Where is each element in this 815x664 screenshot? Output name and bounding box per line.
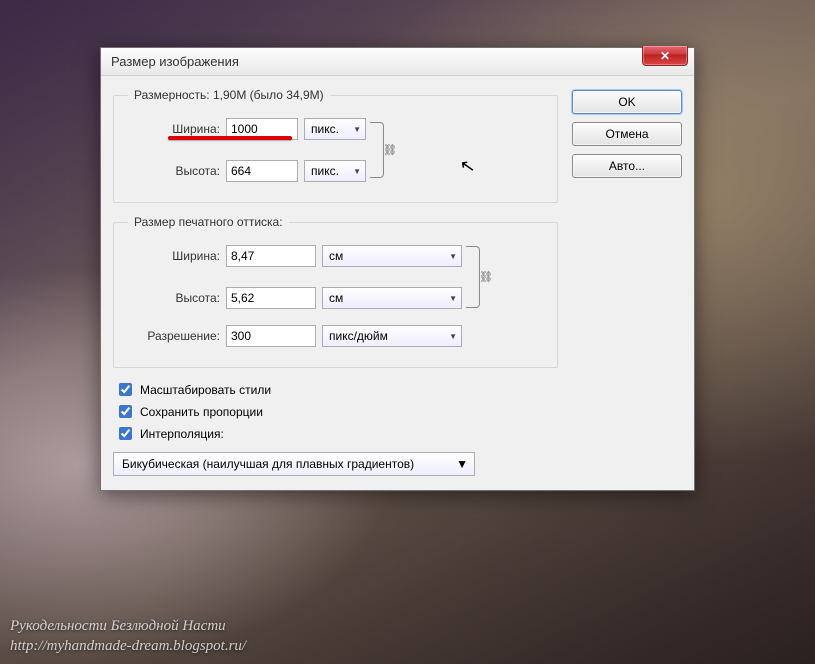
watermark-line2: http://myhandmade-dream.blogspot.ru/ — [10, 637, 246, 657]
pixel-height-unit-value: пикс. — [311, 164, 339, 178]
pixel-height-unit-combo[interactable]: пикс. ▼ — [304, 160, 366, 182]
print-width-unit-combo[interactable]: см ▼ — [322, 245, 462, 267]
scale-styles-checkbox[interactable] — [119, 383, 132, 396]
watermark: Рукодельности Безлюдной Насти http://myh… — [10, 617, 246, 656]
constrain-proportions-checkbox[interactable] — [119, 405, 132, 418]
link-bracket: ⛓ — [466, 246, 480, 308]
chevron-down-icon: ▼ — [449, 252, 457, 261]
cancel-button[interactable]: Отмена — [572, 122, 682, 146]
resolution-input[interactable] — [226, 325, 316, 347]
pixel-dimensions-group: Размерность: 1,90M (было 34,9M) Ширина: … — [113, 88, 558, 203]
pixel-width-label: Ширина: — [128, 122, 220, 136]
resample-checkbox[interactable] — [119, 427, 132, 440]
print-dimensions-legend: Размер печатного оттиска: — [128, 215, 289, 229]
print-width-label: Ширина: — [128, 249, 220, 263]
print-height-label: Высота: — [128, 291, 220, 305]
resolution-unit-value: пикс/дюйм — [329, 329, 388, 343]
print-width-unit-value: см — [329, 249, 343, 263]
close-icon: ✕ — [660, 49, 670, 63]
print-height-input[interactable] — [226, 287, 316, 309]
chevron-down-icon: ▼ — [449, 332, 457, 341]
watermark-line1: Рукодельности Безлюдной Насти — [10, 617, 246, 637]
link-icon: ⛓ — [383, 144, 397, 157]
constrain-proportions-row[interactable]: Сохранить пропорции — [115, 402, 558, 421]
print-height-unit-combo[interactable]: см ▼ — [322, 287, 462, 309]
pixel-height-label: Высота: — [128, 164, 220, 178]
pixel-width-unit-combo[interactable]: пикс. ▼ — [304, 118, 366, 140]
scale-styles-label: Масштабировать стили — [140, 383, 271, 397]
chevron-down-icon: ▼ — [449, 294, 457, 303]
image-size-dialog: Размер изображения ✕ Размерность: 1,90M … — [100, 47, 695, 491]
link-bracket: ⛓ — [370, 122, 384, 178]
resolution-unit-combo[interactable]: пикс/дюйм ▼ — [322, 325, 462, 347]
ok-button[interactable]: OK — [572, 90, 682, 114]
scale-styles-row[interactable]: Масштабировать стили — [115, 380, 558, 399]
resample-label: Интерполяция: — [140, 427, 224, 441]
chevron-down-icon: ▼ — [456, 457, 468, 471]
print-dimensions-group: Размер печатного оттиска: Ширина: см ▼ — [113, 215, 558, 368]
interpolation-combo[interactable]: Бикубическая (наилучшая для плавных град… — [113, 452, 475, 476]
resample-row[interactable]: Интерполяция: — [115, 424, 558, 443]
close-button[interactable]: ✕ — [642, 46, 688, 66]
auto-button[interactable]: Авто... — [572, 154, 682, 178]
print-width-input[interactable] — [226, 245, 316, 267]
interpolation-value: Бикубическая (наилучшая для плавных град… — [122, 457, 414, 471]
link-icon: ⛓ — [479, 271, 493, 284]
resolution-label: Разрешение: — [128, 329, 220, 343]
print-height-unit-value: см — [329, 291, 343, 305]
red-underline-annotation — [168, 136, 292, 140]
pixel-dimensions-legend: Размерность: 1,90M (было 34,9M) — [128, 88, 330, 102]
constrain-proportions-label: Сохранить пропорции — [140, 405, 263, 419]
pixel-width-unit-value: пикс. — [311, 122, 339, 136]
chevron-down-icon: ▼ — [353, 125, 361, 134]
pixel-height-input[interactable] — [226, 160, 298, 182]
dialog-title: Размер изображения — [111, 54, 239, 69]
chevron-down-icon: ▼ — [353, 167, 361, 176]
titlebar[interactable]: Размер изображения ✕ — [101, 48, 694, 76]
